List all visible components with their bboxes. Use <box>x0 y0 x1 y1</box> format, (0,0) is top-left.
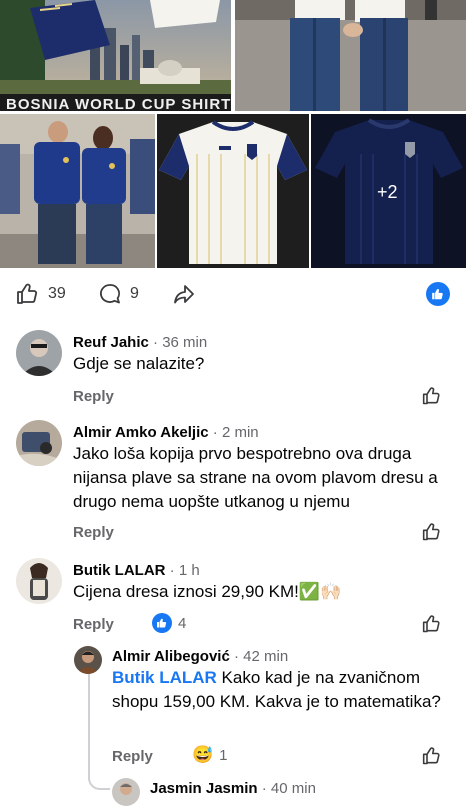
more-photos-count: +2 <box>377 182 398 202</box>
share-action[interactable] <box>172 270 196 318</box>
comment-author[interactable]: Almir Amko Akeljic <box>73 424 209 441</box>
reply-button[interactable]: Reply <box>73 388 114 405</box>
haha-reaction-icon: 😅 <box>192 745 214 764</box>
comment-emoji: ✅🙌🏻 <box>298 582 342 601</box>
comment-item: Butik LALAR · 1 h Cijena dresa iznosi 29… <box>0 550 466 640</box>
comment-item: Almir Amko Akeljic · 2 min Jako loša kop… <box>0 412 466 546</box>
comment-time: · 2 min <box>212 424 259 441</box>
comment-reaction-count[interactable]: 😅 1 <box>192 745 228 765</box>
post-photo-2[interactable] <box>235 0 466 111</box>
comment-text: Gdje se nalazite? <box>73 354 205 373</box>
comment-time: · 42 min <box>233 648 289 665</box>
comment-like-button[interactable] <box>422 614 442 639</box>
post-photo-3[interactable] <box>0 114 155 268</box>
like-count: 39 <box>48 285 66 302</box>
post-reaction-bar: 39 9 <box>0 270 466 318</box>
thumbs-up-icon <box>422 523 440 541</box>
avatar[interactable] <box>74 646 102 674</box>
comment-bubble-icon <box>99 284 120 304</box>
reply-comment-item: Almir Alibegović · 42 min Butik LALAR Ka… <box>0 640 466 772</box>
comment-author[interactable]: Almir Alibegović <box>112 648 230 665</box>
comment-time: · 1 h <box>169 562 200 579</box>
comment-author[interactable]: Butik LALAR <box>73 562 166 579</box>
post-photo-1[interactable]: BOSNIA WORLD CUP SHIRT <box>0 0 231 111</box>
share-arrow-icon <box>174 285 194 304</box>
reply-button[interactable]: Reply <box>112 748 153 765</box>
reaction-count: 1 <box>219 746 228 764</box>
thumbs-up-icon <box>17 283 38 304</box>
comment-like-button[interactable] <box>422 522 442 547</box>
thumbs-up-icon <box>422 615 440 633</box>
comment-like-button[interactable] <box>422 746 442 771</box>
comment-time: · 36 min <box>153 334 208 351</box>
comment-text: Jako loša kopija prvo bespotrebno ova dr… <box>73 444 438 511</box>
reaction-count: 4 <box>178 614 187 632</box>
comment-author[interactable]: Reuf Jahic <box>73 334 149 351</box>
avatar[interactable] <box>16 420 62 466</box>
like-reaction-badge-icon <box>152 613 172 633</box>
reply-button[interactable]: Reply <box>73 524 114 541</box>
comment-like-button[interactable] <box>422 386 442 411</box>
mention-link[interactable]: Butik LALAR <box>112 668 217 687</box>
comment-reaction-count[interactable]: 4 <box>152 613 186 633</box>
banner-text: BOSNIA WORLD CUP SHIRT <box>6 96 231 111</box>
comment-time: · 40 min <box>261 780 316 797</box>
reply-comment-item: Jasmin Jasmin · 40 min <box>0 776 466 806</box>
post-photo-5[interactable]: +2 <box>311 114 466 268</box>
avatar[interactable] <box>16 558 62 604</box>
comment-item: Reuf Jahic · 36 min Gdje se nalazite? Re… <box>0 322 466 410</box>
thumbs-up-icon <box>422 387 440 405</box>
avatar[interactable] <box>112 778 140 806</box>
comment-count: 9 <box>130 285 139 302</box>
comment-action[interactable]: 9 <box>98 270 139 318</box>
comment-text: Cijena dresa iznosi 29,90 KM! <box>73 582 299 601</box>
reply-button[interactable]: Reply <box>73 616 114 633</box>
thumbs-up-icon <box>422 747 440 765</box>
comment-text-block: Butik LALAR Kako kad je na zvaničnom sho… <box>112 666 442 714</box>
post-photo-4[interactable] <box>157 114 309 268</box>
like-reaction-badge-icon <box>426 282 450 306</box>
comment-author[interactable]: Jasmin Jasmin <box>150 780 258 797</box>
comment-text-line: Cijena dresa iznosi 29,90 KM!✅🙌🏻 <box>73 580 341 604</box>
avatar[interactable] <box>16 330 62 376</box>
like-action[interactable]: 39 <box>16 270 66 318</box>
